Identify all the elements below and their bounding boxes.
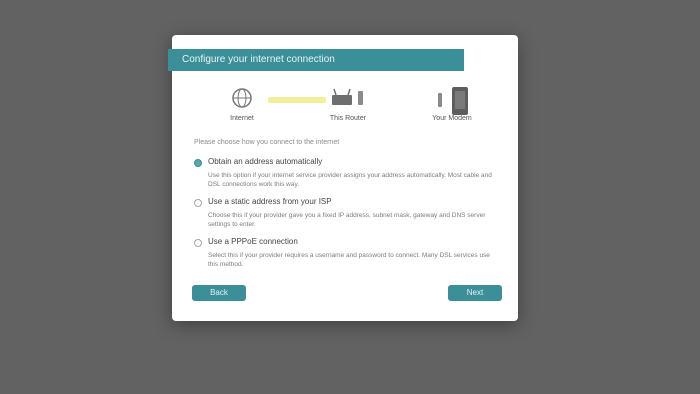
- modem-icon: [438, 87, 468, 115]
- radio-static[interactable]: [194, 199, 202, 207]
- option-static[interactable]: Use a static address from your ISP Choos…: [194, 197, 494, 231]
- internet-label: Internet: [230, 115, 254, 122]
- option-dhcp-title: Obtain an address automatically: [208, 157, 323, 166]
- radio-dhcp[interactable]: [194, 159, 202, 167]
- option-dhcp-description: Use this option if your internet service…: [208, 172, 492, 188]
- option-pppoe-title: Use a PPPoE connection: [208, 237, 298, 246]
- next-button[interactable]: Next: [448, 285, 502, 301]
- modem-node: Your Modem: [422, 87, 482, 122]
- modem-label: Your Modem: [432, 115, 472, 122]
- connection-diagram: Internet This Router Your Modem: [172, 87, 518, 139]
- option-static-description: Choose this if your provider gave you a …: [208, 212, 486, 228]
- globe-icon: [232, 88, 252, 108]
- internet-node: Internet: [212, 87, 272, 122]
- back-button[interactable]: Back: [192, 285, 246, 301]
- option-pppoe[interactable]: Use a PPPoE connection Select this if yo…: [194, 237, 494, 271]
- router-icon: [332, 88, 363, 105]
- router-node: This Router: [318, 87, 378, 122]
- dialog-title: Configure your internet connection: [168, 49, 464, 71]
- option-pppoe-description: Select this if your provider requires a …: [208, 252, 490, 268]
- router-label: This Router: [329, 115, 367, 122]
- radio-pppoe[interactable]: [194, 239, 202, 247]
- option-dhcp[interactable]: Obtain an address automatically Use this…: [194, 157, 494, 191]
- setup-dialog: Configure your internet connection Inter…: [168, 35, 518, 321]
- option-static-title: Use a static address from your ISP: [208, 197, 332, 206]
- connection-hint: Please choose how you connect to the int…: [194, 139, 340, 146]
